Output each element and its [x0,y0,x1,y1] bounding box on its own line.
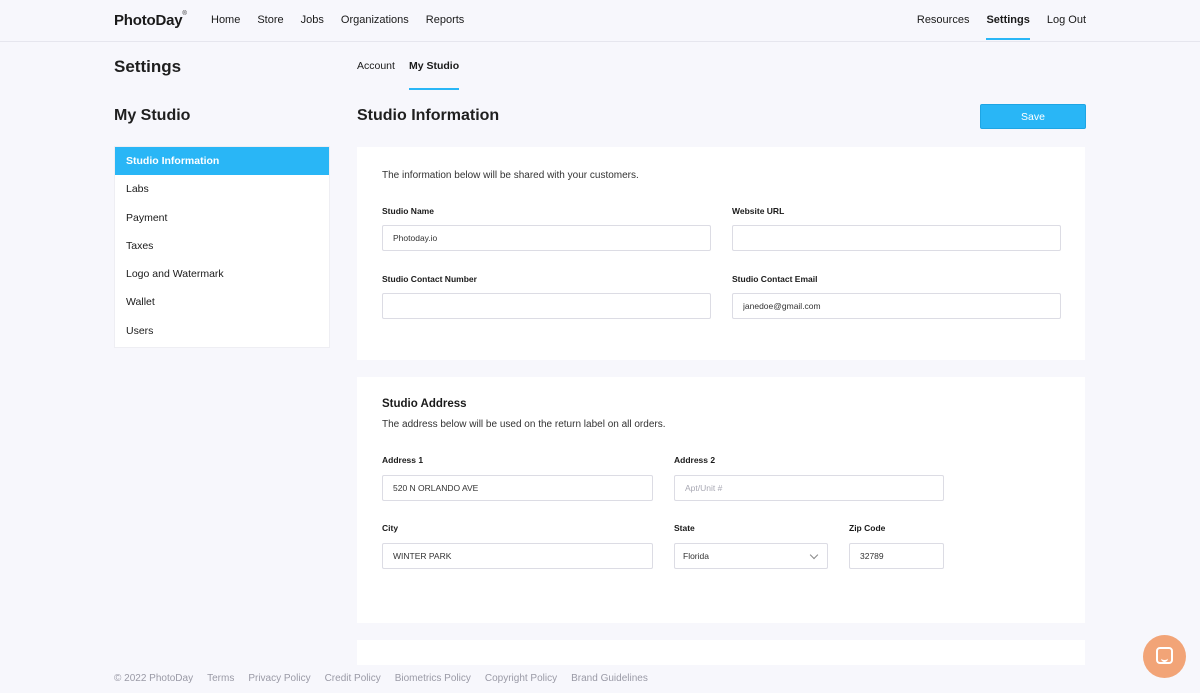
chat-launcher-button[interactable] [1143,635,1186,678]
studio-time-zone-card [357,640,1085,665]
studio-name-input[interactable] [382,225,711,251]
website-url-label: Website URL [732,206,785,216]
nav-settings[interactable]: Settings [986,14,1031,40]
footer-link-copyright-policy[interactable]: Copyright Policy [485,673,557,684]
footer-link-privacy-policy[interactable]: Privacy Policy [248,673,310,684]
website-url-input[interactable] [732,225,1061,251]
sidebar-item-payment[interactable]: Payment [115,204,329,232]
nav-home[interactable]: Home [211,14,240,26]
sidebar-item-studio-information[interactable]: Studio Information [115,147,329,176]
primary-nav: Home Store Jobs Organizations Reports [211,14,464,26]
studio-address-card: Studio Address The address below will be… [357,377,1085,623]
settings-tabs: Account My Studio [357,60,460,92]
state-select[interactable]: Florida [674,543,828,569]
nav-jobs[interactable]: Jobs [301,14,324,26]
footer-link-credit-policy[interactable]: Credit Policy [325,673,381,684]
registered-mark: ® [182,11,187,17]
sidebar-title: My Studio [114,107,191,124]
state-selected-value: Florida [683,551,709,561]
city-label: City [382,523,399,533]
contact-number-input[interactable] [382,293,711,319]
sidebar-menu: Studio Information Labs Payment Taxes Lo… [114,146,330,349]
save-button[interactable]: Save [980,104,1086,129]
page-title: Settings [114,57,182,76]
studio-address-heading: Studio Address [382,398,467,410]
section-title: Studio Information [357,107,500,124]
studio-address-intro: The address below will be used on the re… [382,419,666,430]
zip-code-input[interactable] [849,543,944,569]
studio-name-label: Studio Name [382,206,434,216]
zip-code-label: Zip Code [849,523,886,533]
chat-icon [1156,647,1173,664]
sidebar-item-logo-and-watermark[interactable]: Logo and Watermark [115,260,329,288]
footer-copyright: © 2022 PhotoDay [114,673,194,684]
sidebar-item-taxes[interactable]: Taxes [115,232,329,260]
nav-store[interactable]: Store [257,14,283,26]
address1-label: Address 1 [382,455,424,465]
tab-account[interactable]: Account [357,60,395,92]
city-input[interactable] [382,543,653,569]
footer-link-biometrics-policy[interactable]: Biometrics Policy [395,673,471,684]
sidebar-item-users[interactable]: Users [115,317,329,345]
photoday-logo[interactable]: PhotoDay® [114,11,187,29]
address2-label: Address 2 [674,455,716,465]
sidebar-item-labs[interactable]: Labs [115,175,329,203]
address1-input[interactable] [382,475,653,501]
nav-logout[interactable]: Log Out [1047,14,1086,26]
nav-reports[interactable]: Reports [426,14,465,26]
contact-email-label: Studio Contact Email [732,274,818,284]
contact-number-label: Studio Contact Number [382,274,477,284]
sidebar-item-wallet[interactable]: Wallet [115,288,329,316]
top-navigation-bar: PhotoDay® Home Store Jobs Organizations … [0,0,1200,42]
secondary-nav: Resources Settings Log Out [917,14,1086,40]
page: PhotoDay® Home Store Jobs Organizations … [0,0,1200,693]
footer-link-terms[interactable]: Terms [207,673,234,684]
tab-my-studio[interactable]: My Studio [408,60,460,92]
nav-resources[interactable]: Resources [917,14,970,26]
contact-email-input[interactable] [732,293,1061,319]
footer: © 2022 PhotoDay Terms Privacy Policy Cre… [114,673,648,684]
address2-input[interactable] [674,475,944,501]
studio-info-card: The information below will be shared wit… [357,147,1085,360]
chevron-down-icon [809,550,819,560]
state-label: State [674,523,695,533]
nav-organizations[interactable]: Organizations [341,14,409,26]
footer-link-brand-guidelines[interactable]: Brand Guidelines [571,673,648,684]
studio-info-intro: The information below will be shared wit… [382,170,639,181]
